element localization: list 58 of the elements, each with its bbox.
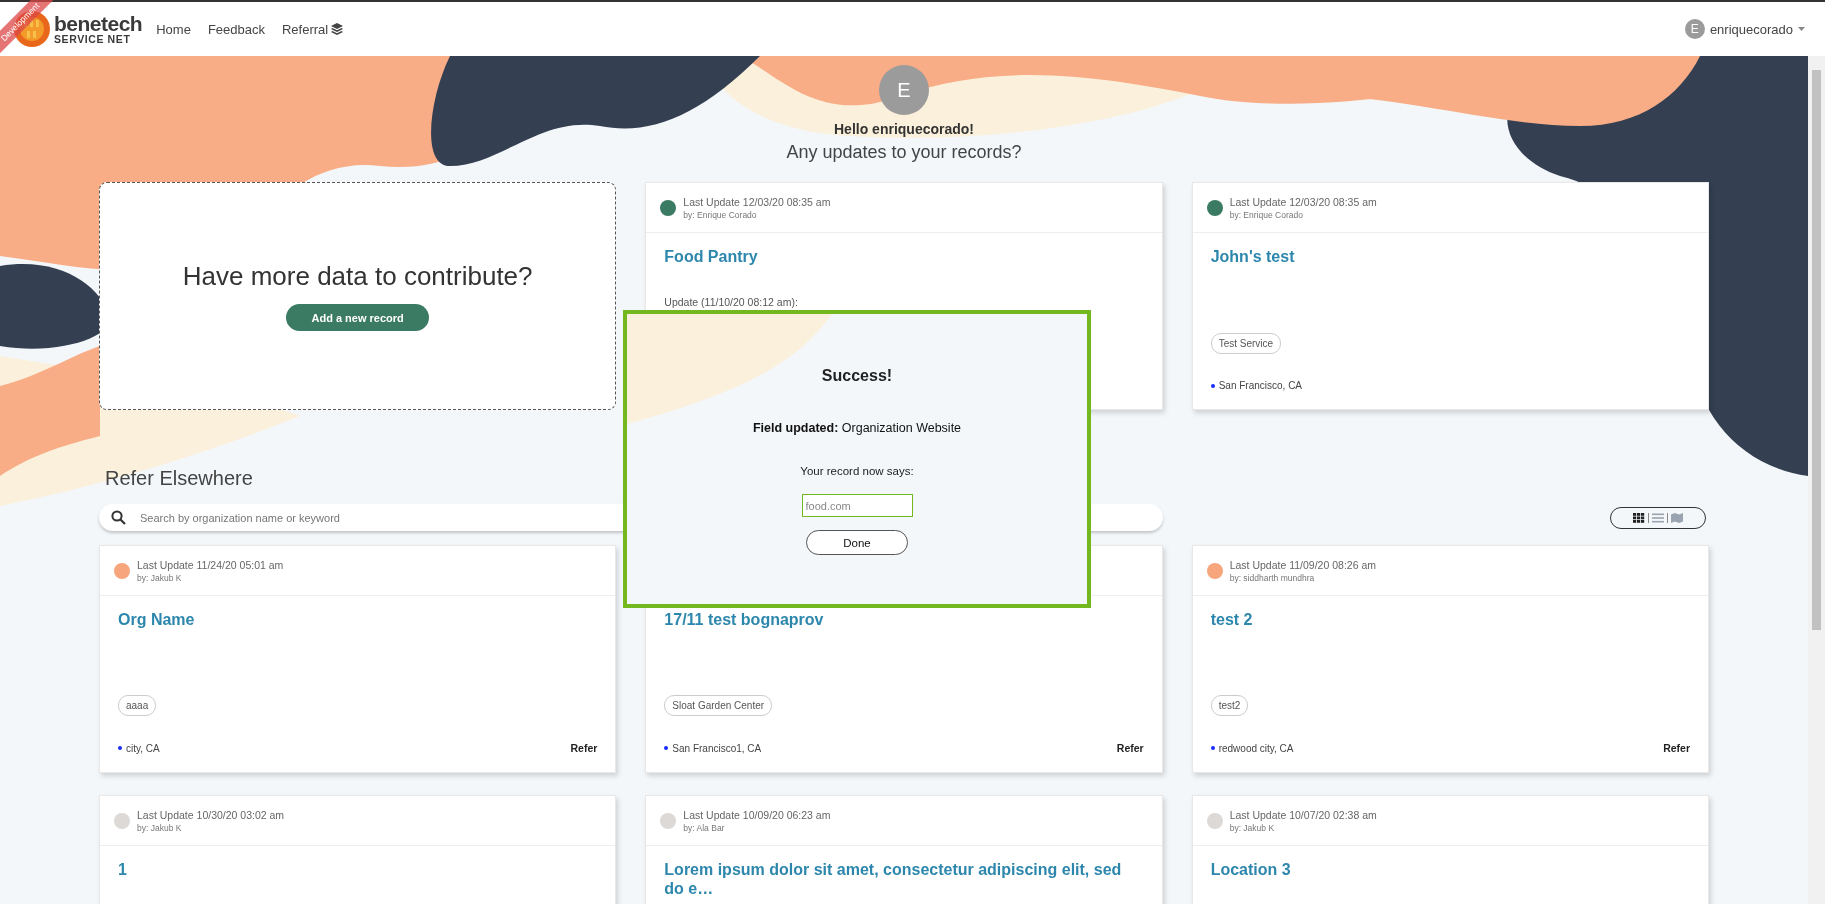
record-title[interactable]: 17/11 test bognaprov	[664, 610, 1144, 630]
done-button[interactable]: Done	[806, 530, 908, 555]
last-update-text: Last Update 11/09/20 08:26 am	[1229, 558, 1376, 571]
nav-link[interactable]: Feedback	[207, 21, 265, 37]
user-avatar[interactable]: E	[1684, 19, 1705, 39]
refer-link[interactable]: Refer	[1116, 742, 1144, 754]
greeting-text: Hello enriquecorado!	[834, 121, 974, 137]
service-tag: test2	[1210, 695, 1249, 716]
add-record-button[interactable]: Add a new record	[286, 304, 430, 331]
service-tag: Test Service	[1210, 333, 1282, 354]
record-title[interactable]: John's test	[1210, 247, 1690, 267]
last-update-text: Last Update 10/09/20 06:23 am	[683, 808, 831, 821]
location-text: redwood city, CA	[1210, 742, 1294, 754]
nav-link[interactable]: Referral	[282, 21, 344, 37]
last-update-text: Last Update 11/24/20 05:01 am	[137, 558, 284, 571]
service-tag: Sloat Garden Center	[664, 695, 773, 716]
contribute-title: Have more data to contribute?	[182, 261, 533, 292]
scrollbar[interactable]	[1808, 56, 1825, 904]
record-title[interactable]: Org Name	[118, 610, 598, 630]
search-icon	[111, 510, 126, 525]
last-update-text: Last Update 10/30/20 03:02 am	[137, 808, 285, 821]
location-text: city, CA	[118, 742, 160, 754]
location-text: San Francisco1, CA	[664, 742, 762, 754]
record-title[interactable]: 1	[118, 860, 598, 880]
last-update-text: Last Update 12/03/20 08:35 am	[1229, 195, 1377, 208]
last-update-text: Last Update 12/03/20 08:35 am	[683, 195, 831, 208]
record-title[interactable]: test 2	[1210, 610, 1690, 630]
last-update-text: Last Update 10/07/20 02:38 am	[1229, 808, 1377, 821]
field-updated-text: Field updated: Organization Website	[752, 421, 962, 435]
dialog-title: Success!	[821, 367, 893, 385]
section-title: Refer Elsewhere	[105, 466, 253, 490]
nav-link[interactable]: Home	[156, 21, 191, 37]
refer-link[interactable]: Refer	[1663, 742, 1690, 754]
refer-link[interactable]: Refer	[570, 742, 598, 754]
map-icon	[1671, 512, 1683, 523]
author-text: by: Jakub K	[1229, 822, 1276, 833]
user-menu[interactable]: enriquecorado	[1709, 21, 1793, 37]
author-text: by: Jakub K	[137, 822, 183, 833]
logo-tagline: SERVICE NET	[54, 34, 132, 45]
value-field[interactable]: food.com	[801, 494, 913, 517]
record-title[interactable]: Lorem ipsum dolor sit amet, consectetur adipiscing elit, sed do e…	[664, 860, 1144, 899]
author-text: by: Jakub K	[137, 572, 183, 583]
grid-icon	[1633, 512, 1645, 523]
prompt-text: Any updates to your records?	[786, 142, 1022, 163]
layers-icon	[331, 23, 344, 35]
logo-name: benetech	[54, 13, 143, 35]
record-title[interactable]: Food Pantry	[664, 247, 1144, 267]
author-text: by: Ala Bar	[683, 822, 726, 833]
caret-icon	[1798, 27, 1805, 31]
author-text: by: Enrique Corado	[683, 209, 758, 220]
update-note: Update (11/10/20 08:12 am):	[664, 296, 799, 309]
author-text: by: Enrique Corado	[1229, 209, 1304, 220]
list-icon	[1652, 512, 1664, 523]
record-title[interactable]: Location 3	[1210, 860, 1690, 880]
location-text: San Francisco, CA	[1210, 380, 1303, 391]
author-text: by: siddharth mundhra	[1229, 572, 1316, 583]
service-tag: aaaa	[118, 695, 157, 716]
record-caption: Your record now says:	[800, 465, 914, 477]
